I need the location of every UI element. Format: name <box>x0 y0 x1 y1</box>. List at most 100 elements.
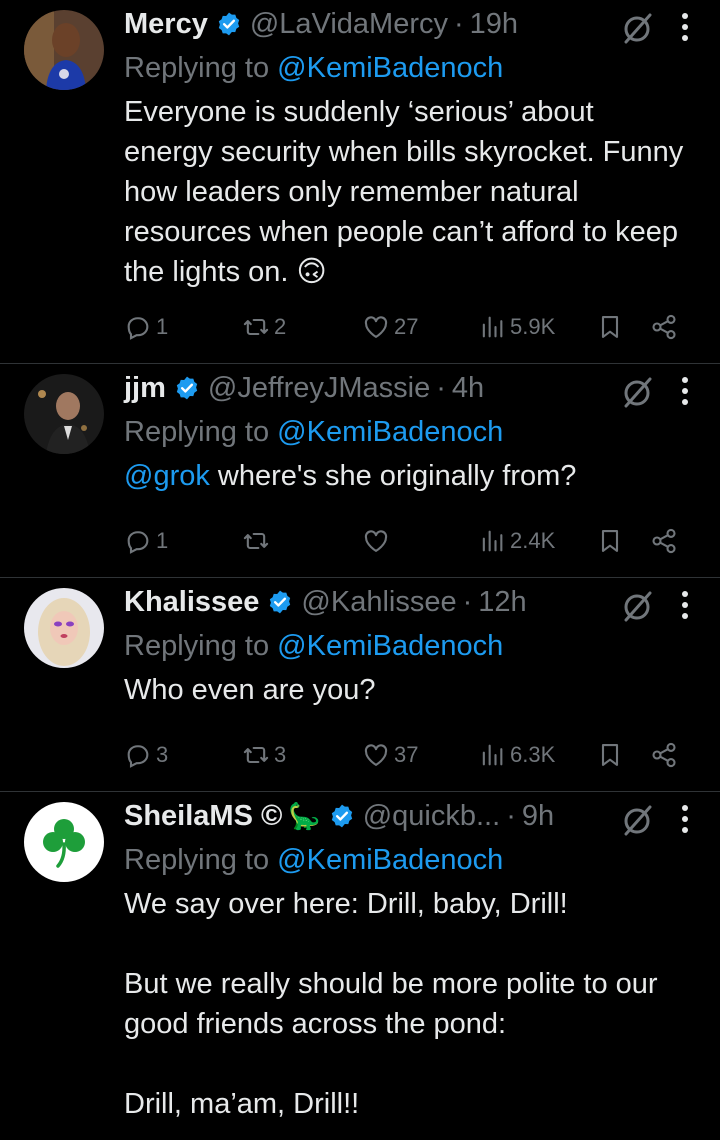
avatar[interactable] <box>24 374 104 454</box>
tweet[interactable]: jjm @JeffreyJMassie · 4h Replying to @Ke… <box>0 364 720 578</box>
tweet-text: We say over here: Drill, baby, Drill! Bu… <box>124 888 658 1120</box>
bookmark-button[interactable] <box>596 307 624 347</box>
bookmark-button[interactable] <box>596 735 624 775</box>
timestamp[interactable]: 4h <box>452 372 484 405</box>
reply-icon <box>124 741 152 769</box>
replying-to-handle[interactable]: @KemiBadenoch <box>277 416 503 448</box>
tweet[interactable]: Khalissee @Kahlissee · 12h Replying to @… <box>0 578 720 792</box>
tweet-content: Khalissee @Kahlissee · 12h Replying to @… <box>124 578 690 710</box>
avatar-image <box>24 374 104 454</box>
repost-icon <box>242 527 270 555</box>
repost-icon <box>242 313 270 341</box>
tweet-header: Khalissee @Kahlissee · 12h <box>124 578 690 626</box>
reply-count: 1 <box>156 314 169 339</box>
views-button[interactable]: 2.4K <box>478 521 555 561</box>
tweet[interactable]: Mercy @LaVidaMercy · 19h Replying to @Ke… <box>0 0 720 364</box>
author-name[interactable]: Khalissee <box>124 586 259 619</box>
replying-to: Replying to @KemiBadenoch <box>124 48 690 88</box>
views-count: 5.9K <box>510 314 556 339</box>
replying-to-label: Replying to <box>124 844 270 876</box>
grok-icon[interactable] <box>620 588 656 624</box>
bookmark-button[interactable] <box>596 521 624 561</box>
separator-dot: · <box>462 585 473 618</box>
views-icon <box>478 313 506 341</box>
like-count: 37 <box>394 742 419 767</box>
repost-button[interactable]: 3 <box>242 735 286 775</box>
avatar-image <box>24 10 104 90</box>
tweet-header: jjm @JeffreyJMassie · 4h <box>124 364 690 412</box>
reply-button[interactable]: 1 <box>124 521 168 561</box>
share-button[interactable] <box>650 735 678 775</box>
avatar-image <box>24 588 104 668</box>
views-icon <box>478 741 506 769</box>
replying-to-handle[interactable]: @KemiBadenoch <box>277 52 503 84</box>
avatar[interactable] <box>24 588 104 668</box>
tweet-text: @grok where's she originally from? <box>124 456 690 496</box>
grok-icon[interactable] <box>620 802 656 838</box>
tweet-content: SheilaMS © 🦕 @quickb... · 9h Replying to… <box>124 792 690 1124</box>
like-button[interactable] <box>362 521 394 561</box>
author-name[interactable]: SheilaMS © <box>124 800 282 833</box>
tweet-content: jjm @JeffreyJMassie · 4h Replying to @Ke… <box>124 364 690 496</box>
grok-icon[interactable] <box>620 374 656 410</box>
share-button[interactable] <box>650 521 678 561</box>
replying-to-label: Replying to <box>124 630 270 662</box>
avatar[interactable] <box>24 10 104 90</box>
tweet-header: SheilaMS © 🦕 @quickb... · 9h <box>124 792 690 840</box>
timestamp[interactable]: 19h <box>470 8 518 41</box>
timestamp[interactable]: 9h <box>522 800 554 833</box>
tweet-header: Mercy @LaVidaMercy · 19h <box>124 0 690 48</box>
replying-to-handle[interactable]: @KemiBadenoch <box>277 844 503 876</box>
reply-button[interactable]: 3 <box>124 735 168 775</box>
like-button[interactable]: 37 <box>362 735 418 775</box>
separator-dot: · <box>436 371 446 404</box>
author-handle[interactable]: @JeffreyJMassie <box>208 372 430 405</box>
heart-icon <box>362 313 390 341</box>
grok-icon[interactable] <box>620 10 656 46</box>
share-button[interactable] <box>650 307 678 347</box>
author-handle[interactable]: @quickb... <box>363 800 500 833</box>
tweet-text: Everyone is suddenly ‘serious’ about ene… <box>124 96 684 288</box>
timestamp[interactable]: 12h <box>478 586 526 619</box>
avatar[interactable] <box>24 802 104 882</box>
more-dots-icon[interactable] <box>680 12 690 42</box>
replying-to-handle[interactable]: @KemiBadenoch <box>277 630 503 662</box>
replying-to: Replying to @KemiBadenoch <box>124 626 690 666</box>
reply-icon <box>124 313 152 341</box>
share-icon <box>650 741 678 769</box>
repost-button[interactable]: 2 <box>242 307 286 347</box>
views-button[interactable]: 6.3K <box>478 735 555 775</box>
heart-icon <box>362 527 390 555</box>
repost-button[interactable] <box>242 521 274 561</box>
tweet-content: Mercy @LaVidaMercy · 19h Replying to @Ke… <box>124 0 690 292</box>
more-dots-icon[interactable] <box>680 804 690 834</box>
dinosaur-emoji-icon: 🦕 <box>288 800 321 831</box>
tweet-mention[interactable]: @grok <box>124 460 210 492</box>
tweet-text: Who even are you? <box>124 674 376 706</box>
reply-count: 3 <box>156 742 169 767</box>
more-dots-icon[interactable] <box>680 376 690 406</box>
tweet-text-rest: where's she originally from? <box>209 460 577 492</box>
replying-to: Replying to @KemiBadenoch <box>124 412 690 452</box>
verified-badge-icon <box>267 589 293 615</box>
more-dots-icon[interactable] <box>680 590 690 620</box>
tweet[interactable]: SheilaMS © 🦕 @quickb... · 9h Replying to… <box>0 792 720 1140</box>
replying-to: Replying to @KemiBadenoch <box>124 840 690 880</box>
views-count: 6.3K <box>510 742 556 767</box>
verified-badge-icon <box>329 803 355 829</box>
views-button[interactable]: 5.9K <box>478 307 555 347</box>
author-name[interactable]: jjm <box>124 372 166 405</box>
replying-to-label: Replying to <box>124 52 270 84</box>
shamrock-avatar-image <box>24 802 104 882</box>
like-count: 27 <box>394 314 419 339</box>
verified-badge-icon <box>216 11 242 37</box>
views-icon <box>478 527 506 555</box>
heart-icon <box>362 741 390 769</box>
repost-count: 2 <box>274 314 287 339</box>
author-handle[interactable]: @LaVidaMercy <box>250 8 448 41</box>
reply-button[interactable]: 1 <box>124 307 168 347</box>
like-button[interactable]: 27 <box>362 307 418 347</box>
repost-icon <box>242 741 270 769</box>
author-handle[interactable]: @Kahlissee <box>301 586 456 619</box>
author-name[interactable]: Mercy <box>124 8 208 41</box>
